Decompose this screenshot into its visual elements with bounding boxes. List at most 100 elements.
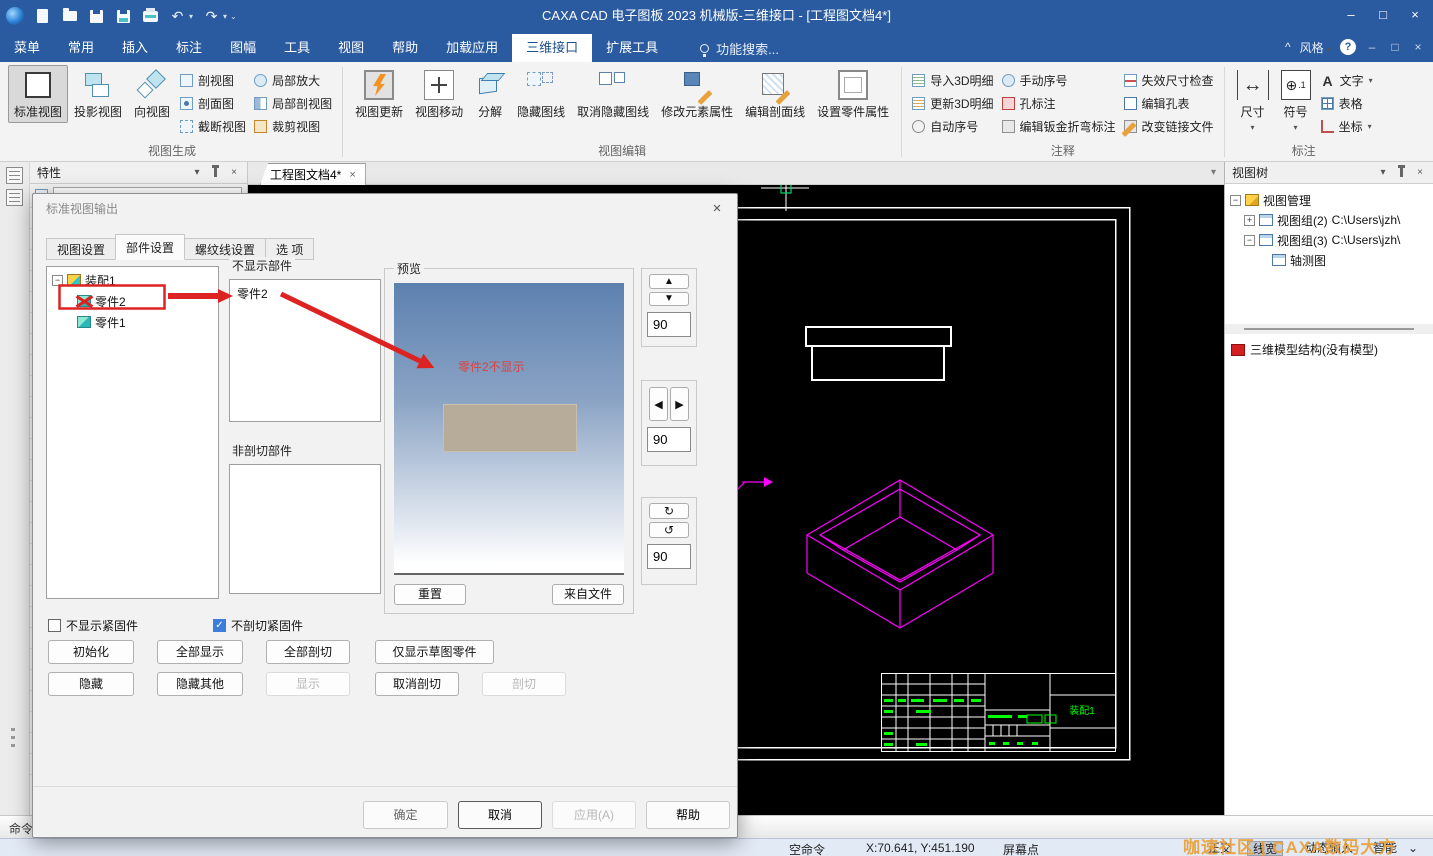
dock-grip[interactable] <box>11 728 15 750</box>
from-file-button[interactable]: 来自文件 <box>552 584 624 605</box>
menu-tab-tools[interactable]: 工具 <box>270 34 324 62</box>
collapse-expander-icon[interactable]: − <box>1244 235 1255 246</box>
section-plane-button[interactable]: 剖面图 <box>176 92 250 115</box>
apply-button[interactable]: 应用(A) <box>552 801 636 829</box>
new-file-button[interactable] <box>34 8 51 25</box>
checkbox-no-section-fasteners[interactable]: ✓ 不剖切紧固件 <box>213 617 303 634</box>
toggle-ortho[interactable]: 正交 <box>1203 841 1237 856</box>
panel-pin-icon[interactable] <box>214 168 217 177</box>
help-button[interactable]: 帮助 <box>646 801 730 829</box>
document-minimize-button[interactable]: – <box>1365 40 1379 54</box>
projection-view-button[interactable]: 投影视图 <box>68 65 128 123</box>
view-update-button[interactable]: 视图更新 <box>349 65 409 123</box>
broken-view-button[interactable]: 截断视图 <box>176 115 250 138</box>
maximize-button[interactable]: □ <box>1367 0 1399 30</box>
section-all-button[interactable]: 全部剖切 <box>266 640 350 664</box>
menu-tab-extended-tools[interactable]: 扩展工具 <box>592 34 672 62</box>
directional-view-button[interactable]: 向视图 <box>128 65 176 123</box>
menu-tab-insert[interactable]: 插入 <box>108 34 162 62</box>
menu-tab-annotation[interactable]: 标注 <box>162 34 216 62</box>
rotate-right-button[interactable]: ▶ <box>670 387 689 421</box>
view-move-button[interactable]: 视图移动 <box>409 65 469 123</box>
properties-tab-icon[interactable] <box>6 167 23 184</box>
tab-component-settings[interactable]: 部件设置 <box>115 234 185 260</box>
sheetmetal-bend-note-button[interactable]: 编辑钣金折弯标注 <box>998 115 1120 138</box>
hole-dimension-button[interactable]: 孔标注 <box>998 92 1120 115</box>
panel-splitter[interactable] <box>1225 324 1433 334</box>
panel-close-icon[interactable]: × <box>1414 167 1426 178</box>
hidden-parts-list[interactable]: 零件2 <box>229 279 381 422</box>
minimize-button[interactable]: – <box>1335 0 1367 30</box>
quick-access-more-button[interactable]: ⌄ <box>230 12 237 21</box>
tab-list-dropdown-icon[interactable]: ▾ <box>1211 167 1216 178</box>
undo-dropdown[interactable]: ▾ <box>189 12 193 21</box>
toggle-smart[interactable]: 智能 <box>1368 841 1402 856</box>
menu-tab-addons[interactable]: 加载应用 <box>432 34 512 62</box>
function-search[interactable]: 功能搜索... <box>700 34 779 62</box>
menu-tab-sheet[interactable]: 图幅 <box>216 34 270 62</box>
menu-tab-view[interactable]: 视图 <box>324 34 378 62</box>
menu-tab-3d-interface[interactable]: 三维接口 <box>512 34 592 62</box>
smart-dropdown-icon[interactable]: ⌄ <box>1408 841 1418 855</box>
rotation-angle-field[interactable]: 90 <box>647 544 691 569</box>
rotate-up-button[interactable]: ▲ <box>649 274 689 289</box>
cropped-view-button[interactable]: 裁剪视图 <box>250 115 336 138</box>
standard-view-button[interactable]: 标准视图 <box>8 65 68 123</box>
panel-dropdown-icon[interactable]: ▾ <box>1377 167 1389 178</box>
local-section-view-button[interactable]: 局部剖视图 <box>250 92 336 115</box>
save-all-button[interactable] <box>115 8 132 25</box>
panel-dropdown-icon[interactable]: ▾ <box>191 167 203 178</box>
edit-hatch-button[interactable]: 编辑剖面线 <box>739 65 811 123</box>
collapse-expander-icon[interactable]: − <box>52 275 63 286</box>
non-sectioned-parts-list[interactable] <box>229 464 381 594</box>
update-3d-bom-button[interactable]: 更新3D明细 <box>908 92 997 115</box>
model-structure-item[interactable]: 三维模型结构(没有模型) <box>1231 341 1427 358</box>
rotate-cw-button[interactable]: ↻ <box>649 503 689 519</box>
tree-item-part-1[interactable]: 零件1 <box>47 312 218 332</box>
cancel-button[interactable]: 取消 <box>458 801 542 829</box>
assembly-tree[interactable]: − 装配1 零件2 零件1 <box>46 266 219 599</box>
rotate-down-button[interactable]: ▼ <box>649 292 689 306</box>
checkbox-hide-fasteners[interactable]: 不显示紧固件 <box>48 617 138 634</box>
manual-balloon-button[interactable]: 手动序号 <box>998 69 1120 92</box>
undo-button[interactable]: ↶ <box>169 8 186 25</box>
explode-button[interactable]: 分解 <box>469 65 511 123</box>
hide-others-button[interactable]: 隐藏其他 <box>157 672 243 696</box>
cancel-section-button[interactable]: 取消剖切 <box>375 672 459 696</box>
redo-dropdown[interactable]: ▾ <box>223 12 227 21</box>
dimension-button[interactable]: ↔ 尺寸 ▾ <box>1231 65 1275 135</box>
table-button[interactable]: 表格 <box>1317 92 1377 115</box>
unhide-lines-button[interactable]: 取消隐藏图线 <box>571 65 655 123</box>
document-tab-close-icon[interactable]: × <box>349 169 355 181</box>
edit-hole-table-button[interactable]: 编辑孔表 <box>1120 92 1218 115</box>
modify-element-properties-button[interactable]: 修改元素属性 <box>655 65 739 123</box>
save-button[interactable] <box>88 8 105 25</box>
document-close-button[interactable]: × <box>1411 40 1425 54</box>
rotate-left-button[interactable]: ◀ <box>649 387 668 421</box>
point-mode[interactable]: 屏幕点 <box>1003 841 1039 856</box>
initialize-button[interactable]: 初始化 <box>48 640 134 664</box>
invalid-dimension-check-button[interactable]: 失效尺寸检查 <box>1120 69 1218 92</box>
section-button[interactable]: 剖切 <box>482 672 566 696</box>
symbol-button[interactable]: ⊕.1 符号 ▾ <box>1275 65 1317 135</box>
app-logo-icon[interactable] <box>6 7 24 25</box>
style-dropdown[interactable]: 风格 ▾ <box>1300 39 1331 56</box>
panel-pin-icon[interactable] <box>1400 168 1403 177</box>
document-tab[interactable]: 工程图文档4* × <box>260 163 366 185</box>
redo-button[interactable]: ↷ <box>203 8 220 25</box>
collapse-expander-icon[interactable]: − <box>1230 195 1241 206</box>
collapse-ribbon-button[interactable]: ^ <box>1285 40 1291 54</box>
change-linked-file-button[interactable]: 改变链接文件 <box>1120 115 1218 138</box>
tree-item-axonometric-view[interactable]: 轴测图 <box>1225 250 1433 270</box>
set-part-properties-button[interactable]: 设置零件属性 <box>811 65 895 123</box>
import-3d-bom-button[interactable]: 导入3D明细 <box>908 69 997 92</box>
horizontal-angle-field[interactable]: 90 <box>647 427 691 452</box>
menu-tab-help[interactable]: 帮助 <box>378 34 432 62</box>
list-item[interactable]: 零件2 <box>230 280 380 307</box>
ok-button[interactable]: 确定 <box>363 801 448 829</box>
show-button[interactable]: 显示 <box>266 672 350 696</box>
coordinate-button[interactable]: 坐标▾ <box>1317 115 1377 138</box>
panel-close-icon[interactable]: × <box>228 167 240 178</box>
hide-button[interactable]: 隐藏 <box>48 672 134 696</box>
show-all-button[interactable]: 全部显示 <box>157 640 243 664</box>
